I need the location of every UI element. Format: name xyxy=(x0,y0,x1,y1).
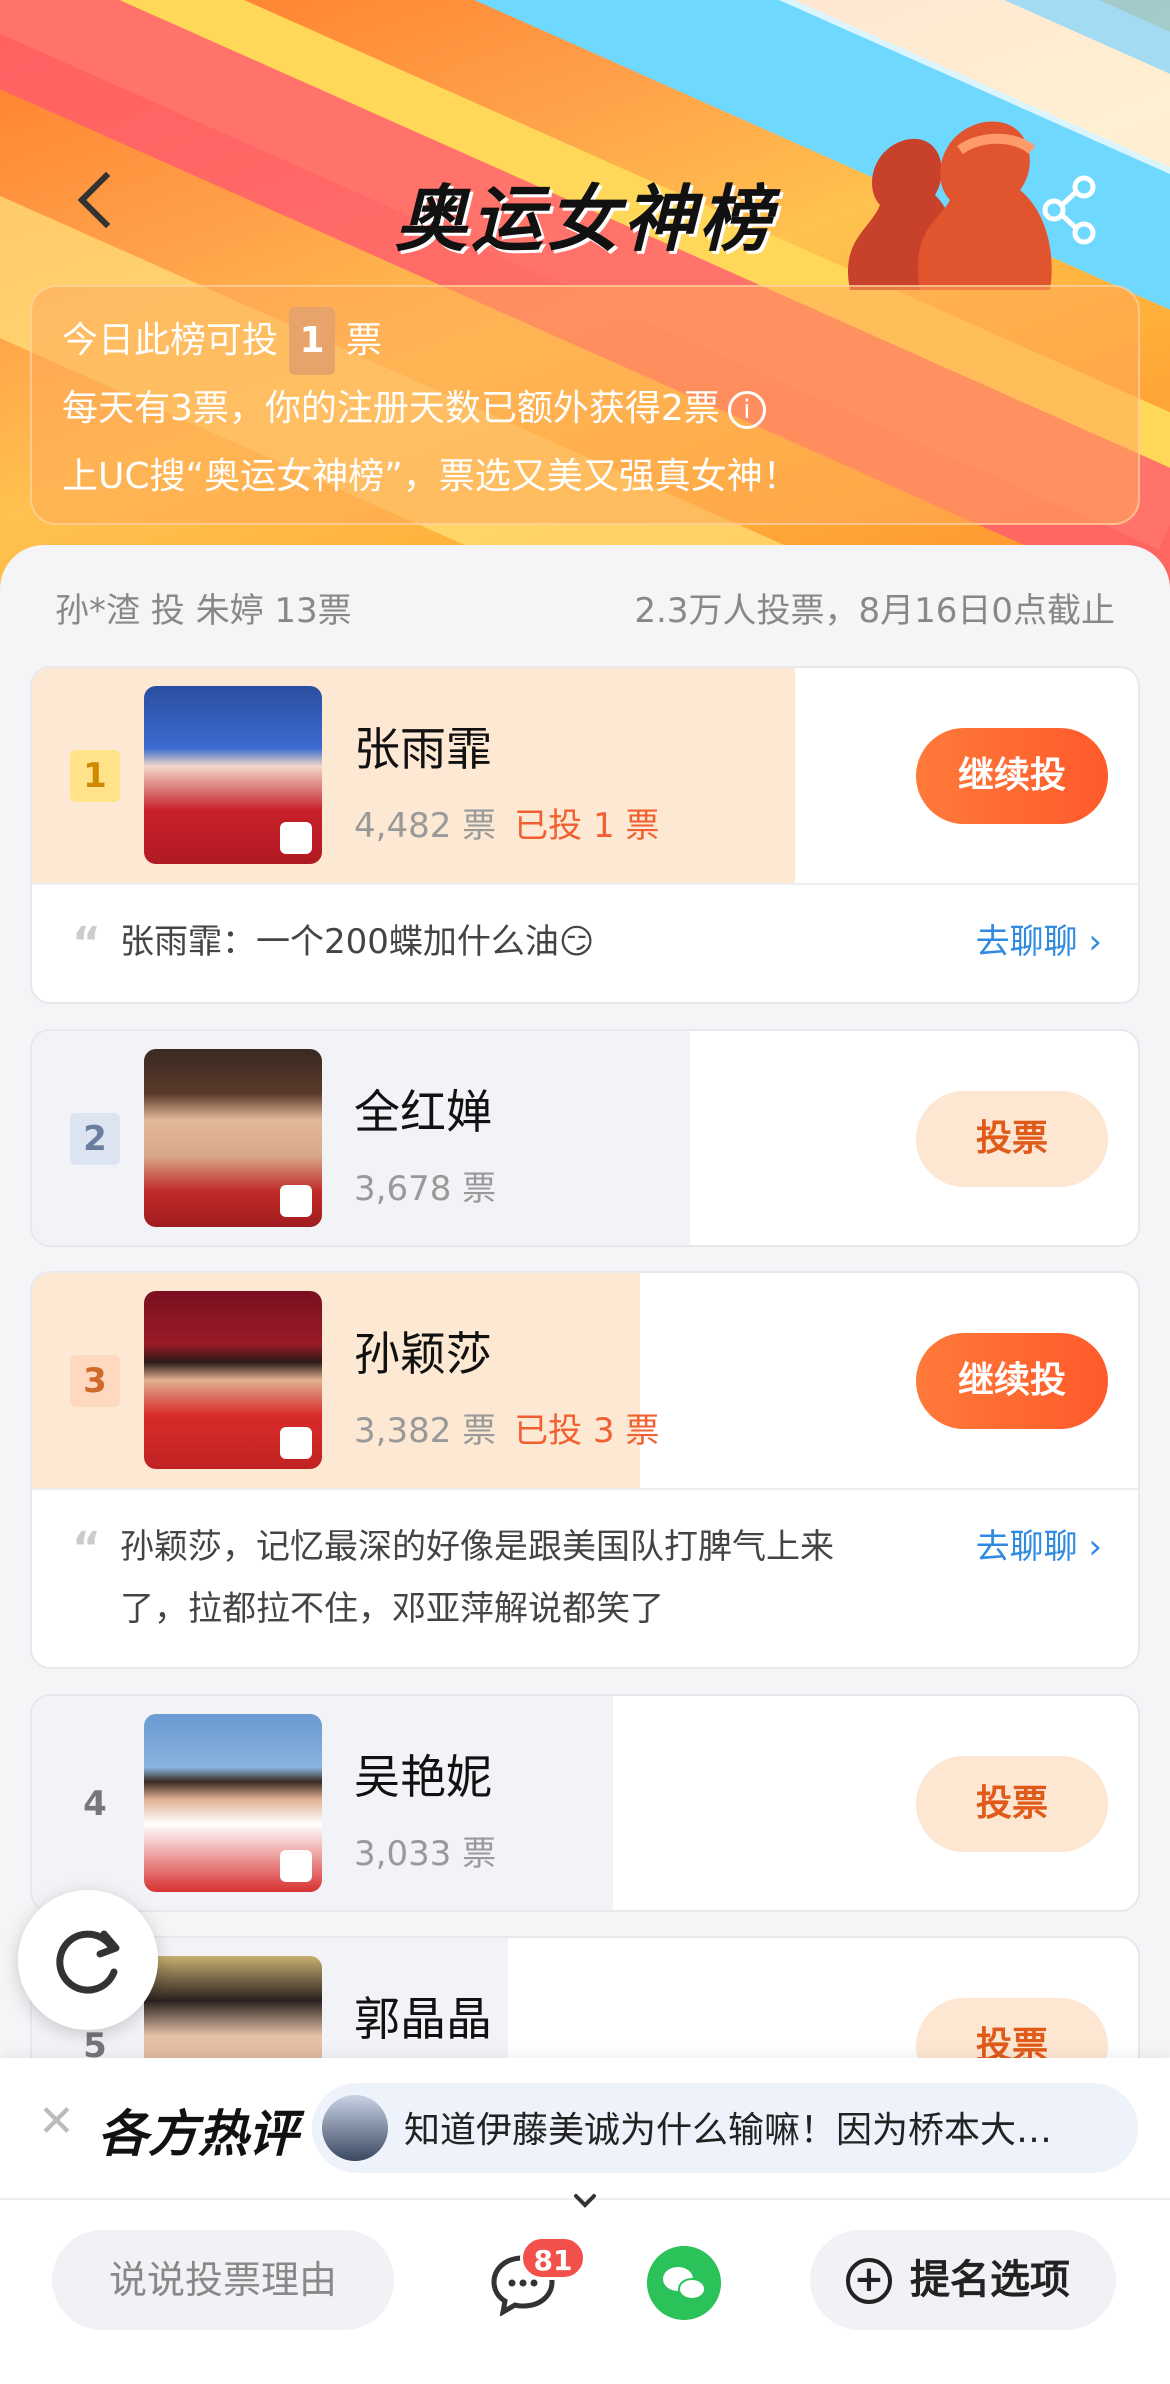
continue-vote-button[interactable]: 继续投 xyxy=(916,1333,1108,1429)
image-icon xyxy=(280,1185,312,1217)
wechat-icon[interactable] xyxy=(647,2246,721,2320)
avatar[interactable] xyxy=(144,1291,322,1469)
comment-text: 孙颖莎，记忆最深的好像是跟美国队打脾气上来了，拉都拉不住，邓亚萍解说都笑了 xyxy=(120,1527,834,1629)
vote-count: 3,033 票 xyxy=(354,1834,497,1874)
rank-item-4: 4 吴艳妮 3,033 票 投票 xyxy=(30,1694,1140,1912)
vote-count: 3,678 票 xyxy=(354,1169,497,1209)
nominate-button[interactable]: + 提名选项 xyxy=(810,2230,1116,2330)
vote-button[interactable]: 投票 xyxy=(916,1756,1108,1852)
quote-icon: “ xyxy=(72,1523,101,1574)
rank-item-3: 3 孙颖莎 3,382 票已投 3 票 继续投 “ 孙颖莎，记忆最深的好像是跟美… xyxy=(30,1271,1140,1669)
rank-item-2: 2 全红婵 3,678 票 投票 xyxy=(30,1029,1140,1247)
vote-button[interactable]: 投票 xyxy=(916,1091,1108,1187)
rank-badge: 2 xyxy=(70,1113,120,1165)
my-votes: 已投 1 票 xyxy=(514,806,660,846)
hot-comment-pill[interactable]: 知道伊藤美诚为什么输嘛！因为桥本大… xyxy=(312,2083,1138,2173)
image-icon xyxy=(280,822,312,854)
image-icon xyxy=(280,1427,312,1459)
latest-vote-text: 孙*渣 投 朱婷 13票 xyxy=(55,591,352,631)
info-line3: 上UC搜“奥运女神榜”，票选又美又强真女神！ xyxy=(62,456,799,497)
progress-bar xyxy=(32,1273,641,1488)
candidate-name: 郭晶晶 xyxy=(354,1992,492,2046)
quote-icon: “ xyxy=(72,918,101,969)
bottom-toolbar: 说说投票理由 81 + 提名选项 xyxy=(0,2198,1170,2384)
rank-badge: 3 xyxy=(70,1355,120,1407)
vote-info-box: 今日此榜可投 1 票 每天有3票，你的注册天数已额外获得2票 i 上UC搜“奥运女… xyxy=(30,285,1140,525)
share-icon[interactable] xyxy=(1040,175,1100,245)
hero-banner: 奥运女神榜 今日此榜可投 1 票 每天有3票，你的注册天数已额外获得2票 i 上U… xyxy=(0,0,1170,620)
message-count-badge: 81 xyxy=(520,2236,586,2280)
avatar[interactable] xyxy=(144,1049,322,1227)
nominate-label: 提名选项 xyxy=(910,2257,1070,2303)
hot-comments-bar: ✕ 各方热评 知道伊藤美诚为什么输嘛！因为桥本大… xyxy=(0,2058,1170,2198)
hot-comment: “ 张雨霏：一个200蝶加什么油😏 去聊聊 › xyxy=(32,883,1138,973)
chat-link[interactable]: 去聊聊 › xyxy=(976,1516,1102,1578)
page-title: 奥运女神榜 xyxy=(394,177,775,261)
chevron-down-icon[interactable] xyxy=(570,2190,600,2212)
avatar[interactable] xyxy=(144,1714,322,1892)
vote-count-box: 1 xyxy=(289,307,335,375)
vote-reason-input[interactable]: 说说投票理由 xyxy=(52,2230,394,2330)
chat-link[interactable]: 去聊聊 › xyxy=(976,911,1102,973)
plus-icon: + xyxy=(846,2258,892,2304)
candidate-name: 孙颖莎 xyxy=(354,1327,492,1381)
refresh-button[interactable] xyxy=(18,1890,158,2030)
vote-stats-text: 2.3万人投票，8月16日0点截止 xyxy=(634,591,1115,631)
candidate-name: 全红婵 xyxy=(354,1085,492,1139)
rank-number: 4 xyxy=(83,1784,107,1824)
vote-count: 4,482 票已投 1 票 xyxy=(354,806,660,846)
avatar[interactable] xyxy=(144,686,322,864)
avatar xyxy=(322,2095,388,2161)
close-icon[interactable]: ✕ xyxy=(38,2096,75,2147)
hot-comment: “ 孙颖莎，记忆最深的好像是跟美国队打脾气上来了，拉都拉不住，邓亚萍解说都笑了 … xyxy=(32,1488,1138,1640)
page-root: 奥运女神榜 今日此榜可投 1 票 每天有3票，你的注册天数已额外获得2票 i 上U… xyxy=(0,0,1170,2384)
info-line1-suffix: 票 xyxy=(345,320,382,361)
rank-item-1: 1 张雨霏 4,482 票已投 1 票 继续投 “ 张雨霏：一个200蝶加什么油… xyxy=(30,666,1140,1004)
my-votes: 已投 3 票 xyxy=(514,1411,660,1451)
rank-badge: 1 xyxy=(70,750,120,802)
comment-text: 张雨霏：一个200蝶加什么油😏 xyxy=(120,922,595,962)
info-icon[interactable]: i xyxy=(727,391,766,429)
candidate-name: 张雨霏 xyxy=(354,722,492,776)
hot-title: 各方热评 xyxy=(98,2105,298,2163)
info-line2: 每天有3票，你的注册天数已额外获得2票 xyxy=(62,388,720,429)
vote-count: 3,382 票已投 3 票 xyxy=(354,1411,660,1451)
continue-vote-button[interactable]: 继续投 xyxy=(916,728,1108,824)
image-icon xyxy=(280,1850,312,1882)
info-line1-prefix: 今日此榜可投 xyxy=(62,320,279,361)
hot-comment-text: 知道伊藤美诚为什么输嘛！因为桥本大… xyxy=(404,2110,1053,2151)
candidate-name: 吴艳妮 xyxy=(354,1750,492,1804)
